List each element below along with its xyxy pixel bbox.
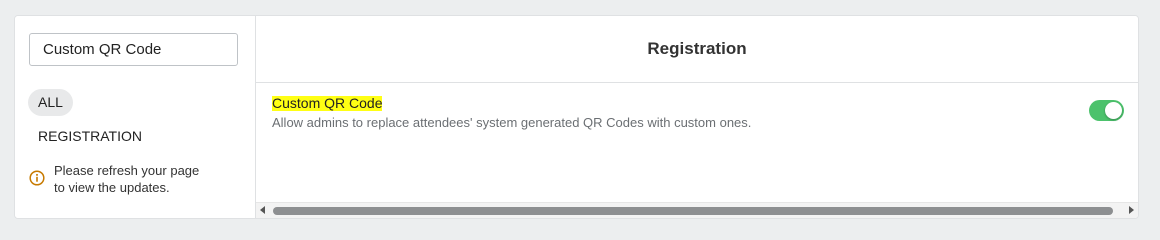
custom-qr-code-toggle[interactable] — [1089, 100, 1124, 121]
search-input[interactable] — [29, 33, 238, 66]
horizontal-scrollbar[interactable] — [256, 202, 1138, 218]
notice-line-1: Please refresh your page — [54, 163, 200, 178]
scroll-right-arrow-icon[interactable] — [1129, 206, 1134, 214]
info-icon — [29, 170, 45, 186]
settings-card: ALL REGISTRATION Please refresh your pag… — [14, 15, 1139, 219]
notice-text: Please refresh your page to view the upd… — [54, 162, 199, 196]
setting-row: Custom QR Code Allow admins to replace a… — [272, 95, 1124, 130]
refresh-notice: Please refresh your page to view the upd… — [29, 162, 229, 196]
section-header: Registration — [256, 16, 1138, 83]
main-panel: Registration Custom QR Code Allow admins… — [255, 16, 1138, 218]
sidebar: ALL REGISTRATION Please refresh your pag… — [15, 16, 255, 218]
notice-line-2: to view the updates. — [54, 180, 170, 195]
section-title: Registration — [647, 39, 747, 58]
setting-description: Allow admins to replace attendees' syste… — [272, 115, 752, 130]
toggle-knob — [1105, 102, 1122, 119]
scrollbar-thumb[interactable] — [273, 207, 1113, 215]
category-registration[interactable]: REGISTRATION — [38, 128, 142, 144]
filter-all-pill[interactable]: ALL — [28, 89, 73, 116]
setting-title: Custom QR Code — [272, 95, 383, 111]
scroll-left-arrow-icon[interactable] — [260, 206, 265, 214]
